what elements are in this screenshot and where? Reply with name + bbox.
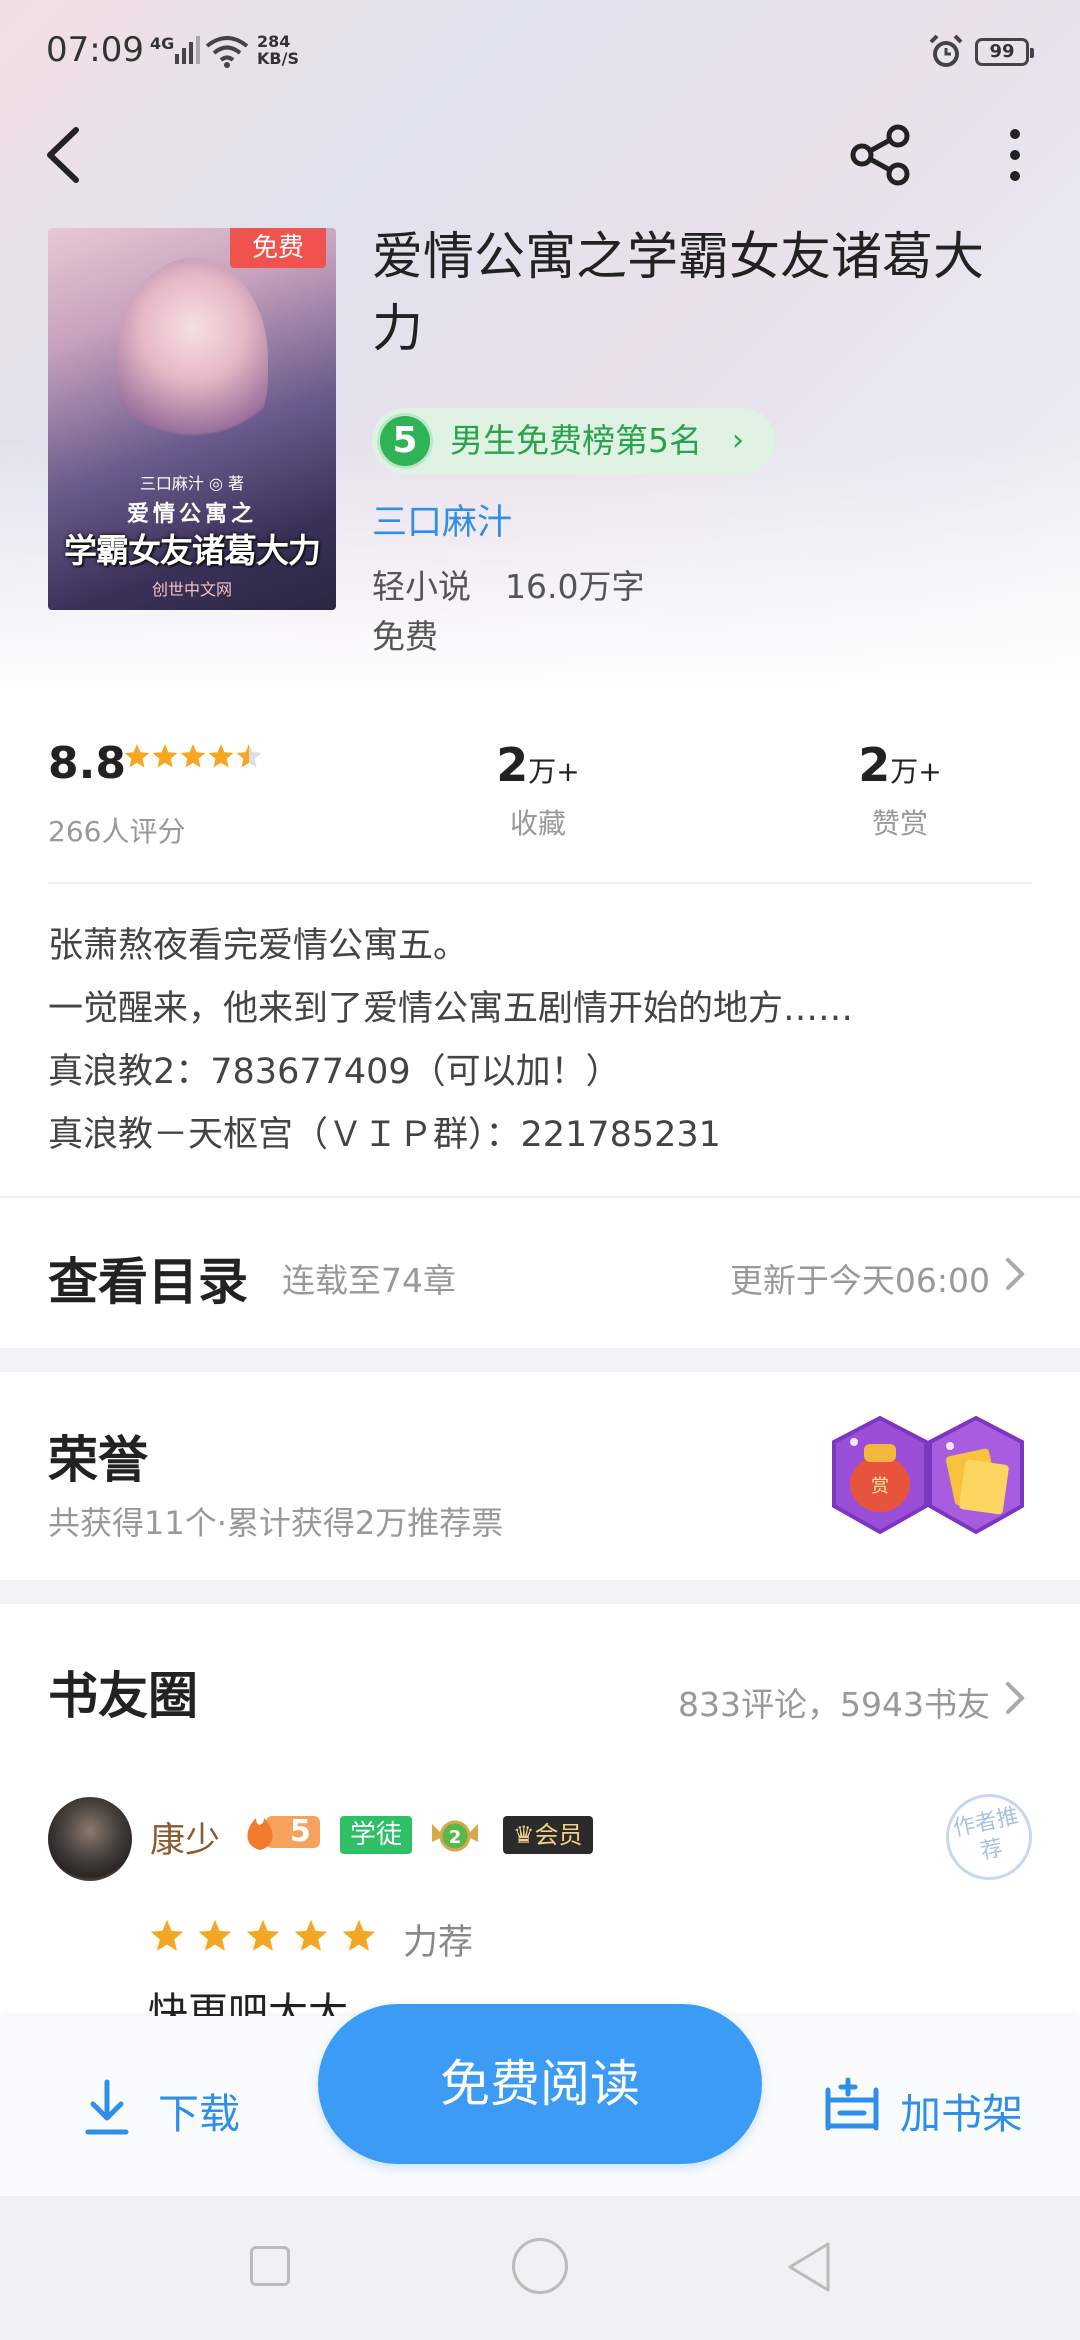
star-icon bbox=[236, 744, 262, 768]
level-badge-number: 2 bbox=[449, 1827, 462, 1848]
share-icon[interactable] bbox=[848, 122, 914, 188]
cover-illustration bbox=[118, 258, 268, 458]
star-icon bbox=[124, 744, 150, 768]
status-time: 07:09 bbox=[46, 30, 144, 70]
network-speed: 284 KB/S bbox=[257, 33, 299, 67]
avatar[interactable] bbox=[48, 1797, 132, 1881]
star-icon bbox=[246, 1920, 280, 1951]
collect-number: 2 bbox=[496, 738, 529, 792]
review-username[interactable]: 康少 bbox=[150, 1812, 220, 1863]
add-to-shelf-button[interactable]: 加书架 bbox=[900, 2080, 1023, 2140]
back-icon[interactable] bbox=[38, 120, 88, 190]
book-price: 免费 bbox=[372, 617, 438, 656]
star-icon bbox=[342, 1920, 376, 1951]
book-title: 爱情公寓之学霸女友诸葛大力 bbox=[372, 228, 985, 359]
alarm-icon bbox=[929, 34, 963, 67]
intro-line: 一觉醒来，他来到了爱情公寓五剧情开始的地方…… bbox=[48, 989, 854, 1029]
section-gap bbox=[0, 1348, 1080, 1372]
cover-publisher: 创世中文网 bbox=[151, 580, 232, 599]
review-stars bbox=[150, 1920, 376, 1951]
intro-line: 张萧熬夜看完爱情公寓五。 bbox=[48, 926, 469, 966]
star-icon bbox=[294, 1920, 328, 1951]
chevron-right-icon: › bbox=[732, 423, 744, 458]
reward-unit: 万+ bbox=[890, 755, 942, 788]
circle-title: 书友圈 bbox=[48, 1666, 198, 1725]
battery-indicator: 99 bbox=[975, 38, 1034, 66]
collect-stat: 2万+ 收藏 bbox=[458, 738, 618, 842]
rating-stars bbox=[124, 744, 262, 768]
rank-number: 5 bbox=[380, 416, 430, 466]
honor-summary: 共获得11个·累计获得2万推荐票 bbox=[48, 1504, 504, 1542]
home-button[interactable] bbox=[512, 2238, 568, 2294]
toc-title: 查看目录 bbox=[48, 1252, 248, 1311]
system-back-button[interactable] bbox=[784, 2240, 834, 2294]
bookshelf-icon[interactable] bbox=[820, 2076, 884, 2136]
vip-badge: ♛会员 bbox=[503, 1816, 593, 1854]
rating-score: 8.8 bbox=[48, 738, 126, 789]
chevron-right-icon[interactable] bbox=[1002, 1678, 1028, 1718]
word-count: 16.0万字 bbox=[505, 567, 645, 606]
crown-icon: ♛ bbox=[513, 1821, 535, 1849]
vip-label: 会员 bbox=[534, 1821, 583, 1849]
reward-number: 2 bbox=[858, 738, 891, 792]
circle-stats[interactable]: 833评论，5943书友 bbox=[678, 1678, 990, 1726]
intro-line: 真浪教2：783677409（可以加！） bbox=[48, 1052, 621, 1092]
toc-progress: 连载至74章 bbox=[282, 1261, 456, 1300]
network-type: 4G bbox=[150, 34, 175, 53]
rank-badge-xuetu: 学徒 bbox=[340, 1816, 413, 1854]
free-read-button[interactable]: 免费阅读 bbox=[318, 2004, 762, 2164]
cover-title: 学霸女友诸葛大力 bbox=[64, 531, 321, 570]
section-gap bbox=[0, 1580, 1080, 1604]
speed-value: 284 bbox=[257, 32, 291, 51]
star-icon bbox=[152, 744, 178, 768]
reward-stat[interactable]: 2万+ 赞赏 bbox=[820, 738, 980, 842]
cover-author: 三口麻汁 ◎ 著 bbox=[139, 474, 245, 493]
book-category: 轻小说 bbox=[372, 567, 471, 606]
star-icon bbox=[198, 1920, 232, 1951]
download-button[interactable]: 下载 bbox=[158, 2080, 240, 2140]
speed-unit: KB/S bbox=[257, 49, 299, 68]
book-intro[interactable]: 张萧熬夜看完爱情公寓五。 一觉醒来，他来到了爱情公寓五剧情开始的地方…… 真浪教… bbox=[48, 915, 1038, 1167]
more-icon[interactable] bbox=[1000, 122, 1030, 188]
svg-text:赏: 赏 bbox=[871, 1476, 889, 1497]
divider bbox=[48, 882, 1032, 884]
wifi-icon bbox=[205, 36, 249, 68]
author-link[interactable]: 三口麻汁 bbox=[372, 494, 512, 545]
download-icon[interactable] bbox=[84, 2078, 130, 2138]
book-cover[interactable]: 免费 三口麻汁 ◎ 著 爱情公寓之 学霸女友诸葛大力 创世中文网 bbox=[48, 228, 336, 610]
free-tag: 免费 bbox=[230, 228, 326, 268]
star-icon bbox=[180, 744, 206, 768]
fire-level: 5 bbox=[290, 1814, 311, 1849]
status-bar: 07:09 4G 284 KB/S 99 bbox=[0, 0, 1080, 110]
toc-updated: 更新于今天06:00 bbox=[729, 1261, 990, 1300]
chevron-right-icon bbox=[1006, 1258, 1025, 1290]
author-recommend-stamp: 作者推荐 bbox=[937, 1785, 1041, 1889]
collect-label: 收藏 bbox=[509, 807, 566, 840]
signal-icon bbox=[175, 36, 200, 64]
honor-badges-icon: 赏 bbox=[832, 1415, 1024, 1535]
star-icon bbox=[208, 744, 234, 768]
star-icon bbox=[150, 1920, 184, 1951]
honor-title: 荣誉 bbox=[48, 1430, 148, 1489]
intro-line: 真浪教－天枢宫（ＶＩＰ群）：221785231 bbox=[48, 1115, 721, 1155]
rank-label: 男生免费榜第5名 bbox=[450, 421, 702, 460]
collect-unit: 万+ bbox=[528, 755, 580, 788]
rank-badge[interactable]: 5 男生免费榜第5名 › bbox=[372, 408, 775, 474]
level-badge-icon: 2 bbox=[432, 1820, 478, 1852]
recent-apps-button[interactable] bbox=[250, 2246, 290, 2286]
rating-count: 266人评分 bbox=[48, 815, 186, 848]
review-tag: 力荐 bbox=[403, 1923, 474, 1963]
reward-label: 赞赏 bbox=[871, 807, 928, 840]
